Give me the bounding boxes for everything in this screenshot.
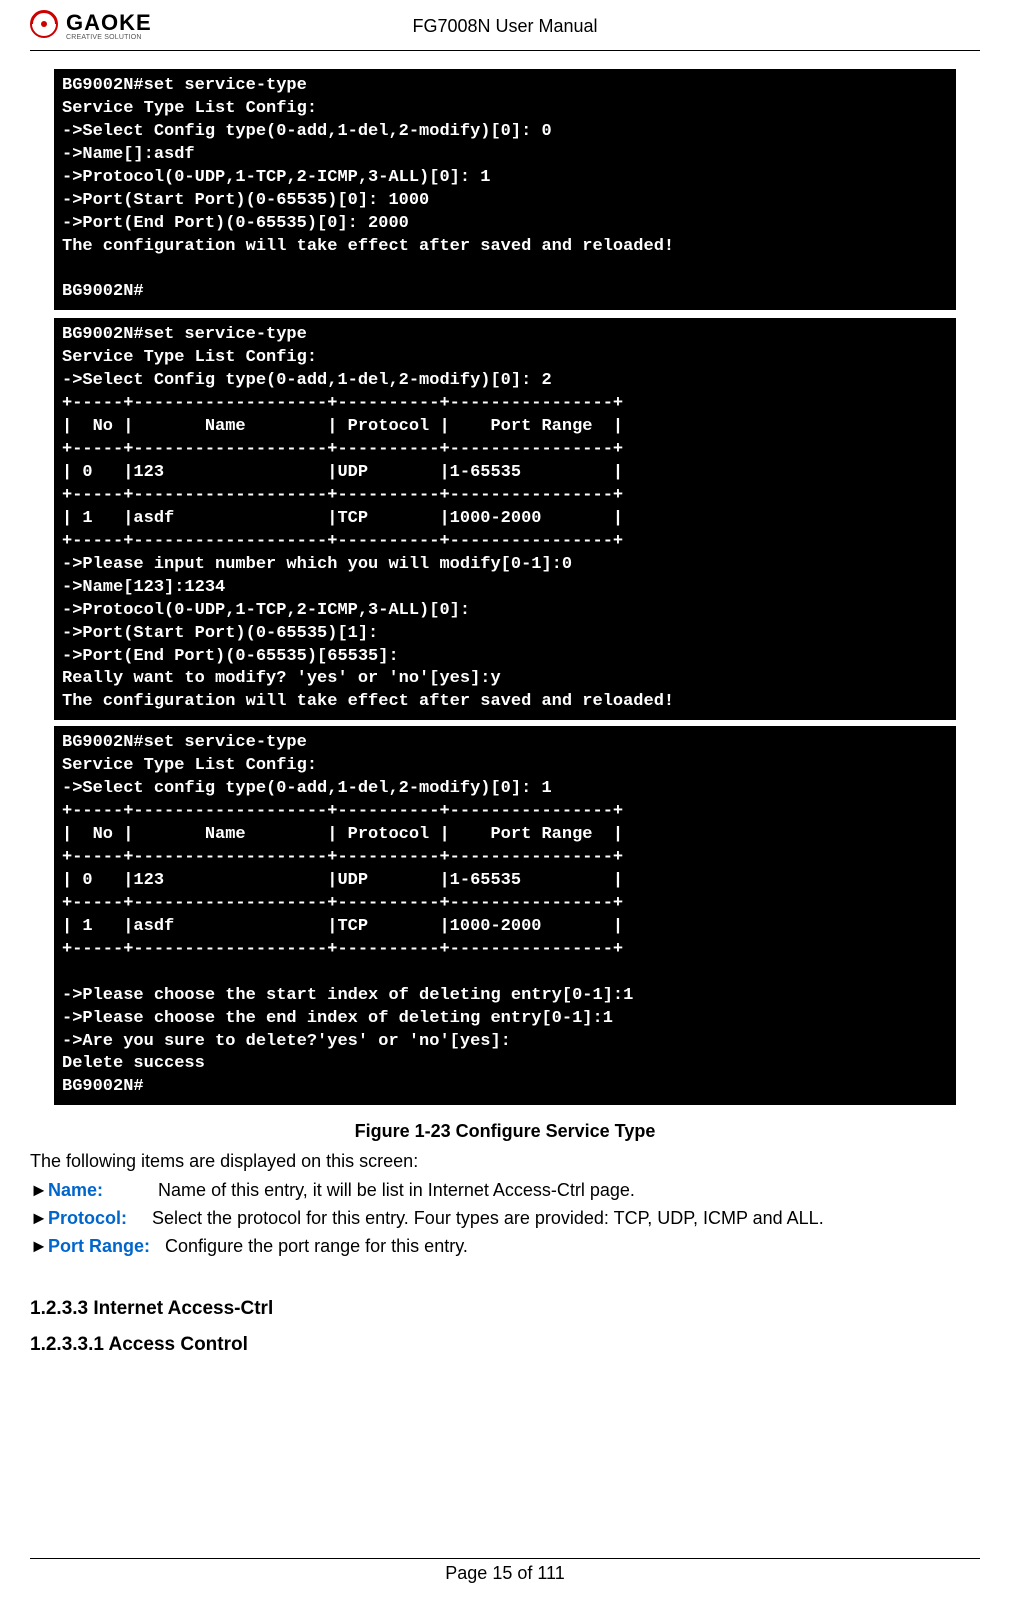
heading-access-control: 1.2.3.3.1 Access Control <box>30 1334 980 1356</box>
bullet-arrow-icon: ► <box>30 1233 48 1260</box>
page-footer: Page 15 of 111 <box>30 1558 980 1584</box>
figure-caption: Figure 1-23 Configure Service Type <box>30 1121 980 1142</box>
bullet-arrow-icon: ► <box>30 1177 48 1204</box>
terminal-screenshot-modify: BG9002N#set service-type Service Type Li… <box>54 318 956 720</box>
def-label-port-range: Port Range: <box>48 1236 150 1256</box>
page: GAOKE CREATIVE SOLUTION FG7008N User Man… <box>0 0 1010 1606</box>
definition-protocol: ► Protocol: Select the protocol for this… <box>30 1205 980 1232</box>
def-label-name: Name: <box>48 1180 103 1200</box>
intro-line: The following items are displayed on thi… <box>30 1148 980 1175</box>
def-desc-name: Name of this entry, it will be list in I… <box>158 1180 635 1200</box>
document-title: FG7008N User Manual <box>0 16 1010 37</box>
def-label-protocol: Protocol: <box>48 1208 127 1228</box>
def-desc-port-range: Configure the port range for this entry. <box>165 1236 468 1256</box>
terminal-screenshot-delete: BG9002N#set service-type Service Type Li… <box>54 726 956 1105</box>
definition-port-range: ► Port Range: Configure the port range f… <box>30 1233 980 1260</box>
definition-name: ► Name: Name of this entry, it will be l… <box>30 1177 980 1204</box>
terminal-screenshot-add: BG9002N#set service-type Service Type Li… <box>54 69 956 310</box>
page-header: GAOKE CREATIVE SOLUTION FG7008N User Man… <box>30 0 980 51</box>
def-desc-protocol: Select the protocol for this entry. Four… <box>152 1208 824 1228</box>
heading-internet-access-ctrl: 1.2.3.3 Internet Access-Ctrl <box>30 1298 980 1320</box>
bullet-arrow-icon: ► <box>30 1205 48 1232</box>
